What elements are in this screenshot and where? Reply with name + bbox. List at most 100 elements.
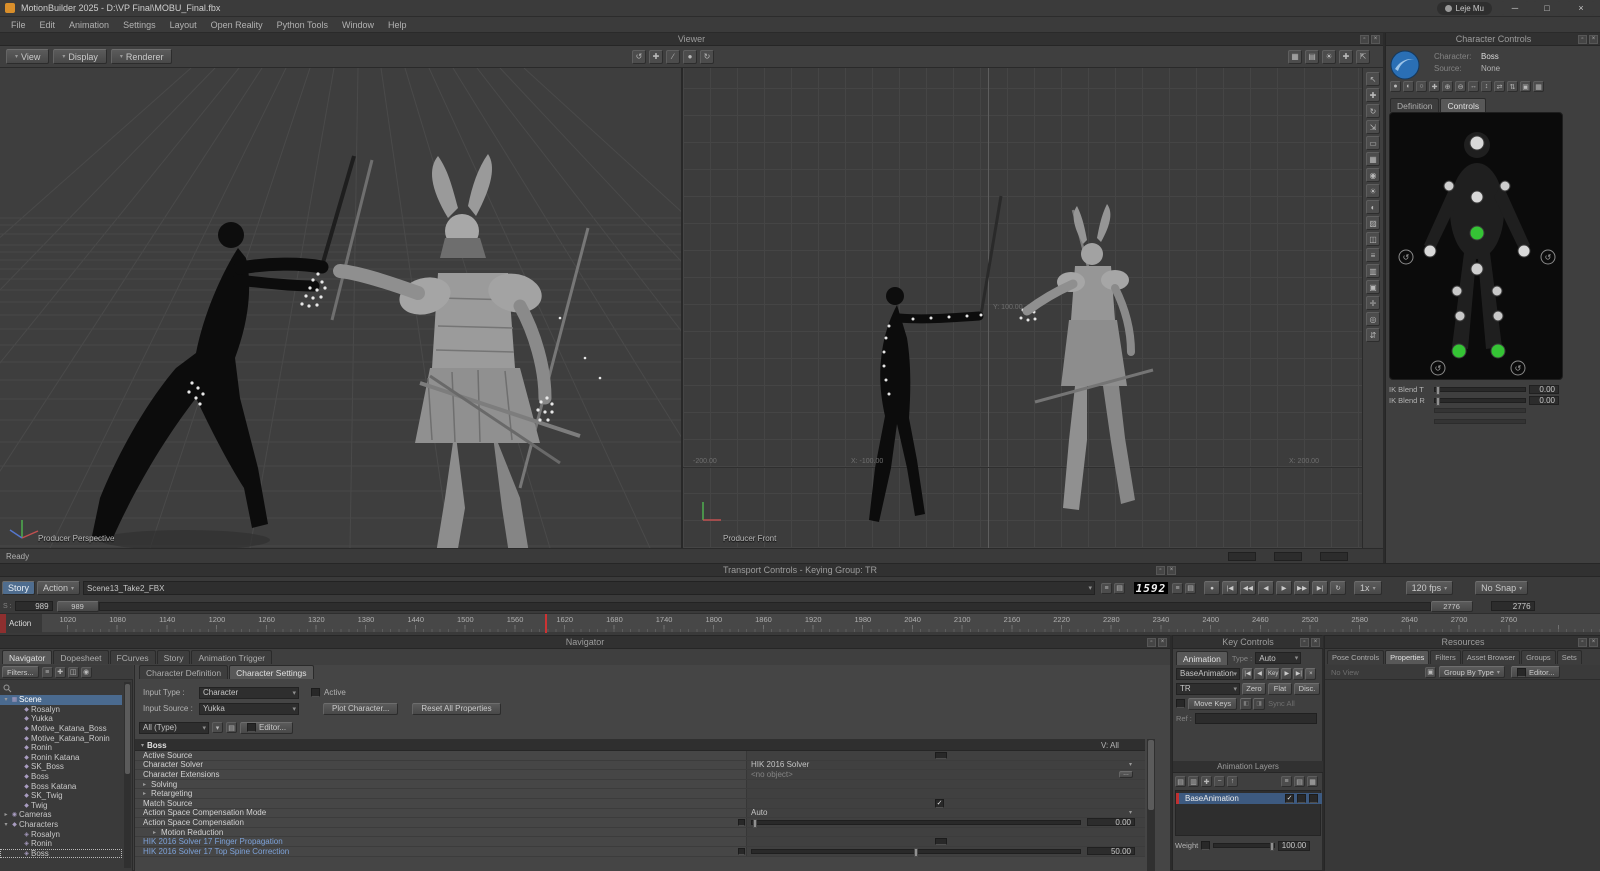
range-start-field[interactable]: 989 bbox=[14, 601, 53, 611]
character-value[interactable]: Boss bbox=[1481, 52, 1499, 61]
layer-list-icon[interactable]: ≡ bbox=[1281, 776, 1292, 787]
move-keys-button[interactable]: Move Keys bbox=[1188, 697, 1238, 710]
weight-slider[interactable] bbox=[1213, 842, 1276, 851]
asc-mode-value[interactable]: Auto bbox=[751, 808, 767, 817]
layers-tool-icon[interactable]: ▥ bbox=[1366, 264, 1380, 278]
select-tool-icon[interactable]: ↖ bbox=[1366, 72, 1380, 86]
menu-item[interactable]: Layout bbox=[163, 20, 204, 30]
table-title-row[interactable]: ▾ Boss V: All bbox=[135, 740, 1145, 751]
tree-item[interactable]: ◆ Boss Katana bbox=[0, 781, 122, 791]
tree-item[interactable]: ◆ SK_Boss bbox=[0, 762, 122, 772]
asc-value[interactable]: 0.00 bbox=[1087, 818, 1135, 827]
timeline-ruler[interactable]: 1020 1080 1140 1200 1260 1320 1380 1440 1500 1560… bbox=[0, 615, 1600, 624]
property-row-finger-propagation[interactable]: HIK 2016 Solver 17 Finger Propagation bbox=[135, 837, 1145, 847]
character-extensions-value[interactable]: <no object> bbox=[751, 770, 793, 779]
plus-icon[interactable]: ⊕ bbox=[1442, 81, 1453, 92]
record-button[interactable]: ● bbox=[1204, 581, 1221, 595]
character-definition-tab[interactable]: Character Definition bbox=[139, 665, 229, 679]
camera-sphere-icon[interactable]: ● bbox=[683, 49, 697, 64]
texture-tool-icon[interactable]: ▨ bbox=[1366, 216, 1380, 230]
tree-item[interactable]: ▾ ◆ Characters bbox=[0, 820, 122, 830]
orbit-tool-icon[interactable]: ↺ bbox=[632, 49, 646, 64]
filter-split-icon[interactable]: ◫ bbox=[67, 666, 79, 678]
menu-item[interactable]: Settings bbox=[116, 20, 163, 30]
swap-icon[interactable]: ⇄ bbox=[1494, 81, 1505, 92]
playhead[interactable] bbox=[545, 614, 547, 633]
view-menu-button[interactable]: ▾ View bbox=[6, 49, 50, 64]
menu-item[interactable]: Animation bbox=[62, 20, 116, 30]
swap-tool-icon[interactable]: ⇵ bbox=[1366, 328, 1380, 342]
key-jump-end-button[interactable]: ▶| bbox=[1293, 667, 1305, 680]
tree-item[interactable]: ◆ Ronin bbox=[0, 743, 122, 753]
top-spine-slider[interactable] bbox=[751, 847, 1081, 857]
grid-tool-icon[interactable]: ▦ bbox=[1366, 152, 1380, 166]
weight-value[interactable]: 100.00 bbox=[1278, 840, 1311, 851]
tree-item[interactable]: ◆ Boss bbox=[0, 772, 122, 782]
asc-slider[interactable] bbox=[751, 818, 1081, 828]
mannequin-figure-front[interactable] bbox=[869, 287, 984, 522]
fps-button[interactable]: 120 fps ▾ bbox=[1405, 581, 1454, 595]
take-list-icon[interactable]: ≡ bbox=[1101, 582, 1113, 594]
tree-item[interactable]: ▸ ◉ Cameras bbox=[0, 810, 122, 820]
display-mode-icon[interactable]: ▦ bbox=[1288, 49, 1302, 64]
range-track[interactable] bbox=[98, 601, 1431, 611]
property-row-asc-mode[interactable]: Action Space Compensation Mode Auto ▾ bbox=[135, 808, 1145, 819]
property-row-character-extensions[interactable]: Character Extensions <no object>… bbox=[135, 770, 1145, 780]
display-menu-button[interactable]: ▾ Display bbox=[53, 49, 107, 64]
match-source-checkbox[interactable] bbox=[935, 798, 944, 808]
playback-speed-button[interactable]: 1x ▾ bbox=[1354, 581, 1382, 595]
property-lock-icon[interactable]: ▾ bbox=[212, 722, 223, 733]
character-body-map[interactable]: ↺ ↺ ↺ ↺ bbox=[1389, 112, 1563, 380]
maximize-viewport-icon[interactable]: ⇱ bbox=[1356, 49, 1370, 64]
resources-window-buttons[interactable] bbox=[1578, 638, 1598, 647]
zoom-tool-icon[interactable]: ∕ bbox=[666, 49, 680, 64]
table-view-icon[interactable]: ▤ bbox=[1185, 582, 1197, 594]
go-to-start-button[interactable]: |◀ bbox=[1222, 581, 1239, 595]
tree-item[interactable]: ◈ Boss bbox=[0, 848, 122, 859]
navigator-tab[interactable]: Navigator bbox=[2, 650, 53, 664]
full-body-icon[interactable]: ● bbox=[1390, 81, 1401, 92]
navigator-tab[interactable]: Dopesheet bbox=[53, 650, 109, 664]
character-controls-tab[interactable]: Definition bbox=[1390, 98, 1440, 112]
extensions-browse-button[interactable]: … bbox=[1119, 770, 1133, 778]
character-solver-value[interactable]: HIK 2016 Solver bbox=[751, 760, 809, 769]
body-part-icon[interactable]: ◐ bbox=[1403, 81, 1414, 92]
layer-mute-checkbox[interactable] bbox=[1285, 794, 1294, 803]
group-by-type-button[interactable]: Group By Type ▾ bbox=[1439, 666, 1505, 678]
resources-tab[interactable]: Groups bbox=[1521, 650, 1556, 664]
previous-key-button[interactable]: ◀◀ bbox=[1240, 581, 1257, 595]
zero-button[interactable]: Zero bbox=[1242, 682, 1266, 695]
play-button[interactable]: ▶ bbox=[1276, 581, 1293, 595]
safe-area-icon[interactable]: ▣ bbox=[1366, 280, 1380, 294]
menu-item[interactable]: Edit bbox=[33, 20, 63, 30]
asc-anim-toggle[interactable] bbox=[738, 818, 745, 826]
ik-blend-r-value[interactable]: 0.00 bbox=[1529, 395, 1559, 405]
tree-item[interactable]: ◆ Ronin Katana bbox=[0, 753, 122, 763]
property-table-icon[interactable]: ▤ bbox=[226, 722, 237, 733]
mannequin-figure[interactable] bbox=[92, 222, 329, 540]
tree-item[interactable]: ◆ Twig bbox=[0, 801, 122, 811]
shading-tool-icon[interactable]: ◐ bbox=[1366, 200, 1380, 214]
weight-anim-toggle[interactable] bbox=[1201, 841, 1211, 850]
source-value[interactable]: None bbox=[1481, 64, 1500, 73]
flip-icon[interactable]: ⇅ bbox=[1507, 81, 1518, 92]
navigator-tab[interactable]: Animation Trigger bbox=[191, 650, 273, 664]
camera-tool-icon[interactable]: ◉ bbox=[1366, 168, 1380, 182]
key-option-right-icon[interactable]: ◨ bbox=[1253, 697, 1266, 710]
tree-item[interactable]: ◆ Rosalyn bbox=[0, 705, 122, 715]
menu-item[interactable]: Python Tools bbox=[270, 20, 335, 30]
ik-blend-t-slider[interactable] bbox=[1434, 385, 1526, 395]
top-spine-value[interactable]: 50.00 bbox=[1087, 847, 1135, 856]
property-editor-button[interactable]: Editor... bbox=[240, 721, 294, 734]
tree-item[interactable]: ◆ Yukka bbox=[0, 714, 122, 724]
navigator-window-buttons[interactable] bbox=[1147, 638, 1167, 647]
menu-item[interactable]: Window bbox=[335, 20, 381, 30]
character-controls-window-buttons[interactable] bbox=[1578, 35, 1598, 44]
solver-dropdown-arrow[interactable]: ▾ bbox=[1129, 761, 1132, 768]
tree-item[interactable]: ◈ Ronin bbox=[0, 839, 122, 849]
maximize-button[interactable]: □ bbox=[1534, 1, 1560, 15]
zoom-end-handle[interactable]: 2776 bbox=[1430, 600, 1473, 612]
tree-item[interactable]: ◆ SK_Twig bbox=[0, 791, 122, 801]
lighting-icon[interactable]: ☀ bbox=[1322, 49, 1336, 64]
filters-button[interactable]: Filters... bbox=[2, 666, 39, 678]
